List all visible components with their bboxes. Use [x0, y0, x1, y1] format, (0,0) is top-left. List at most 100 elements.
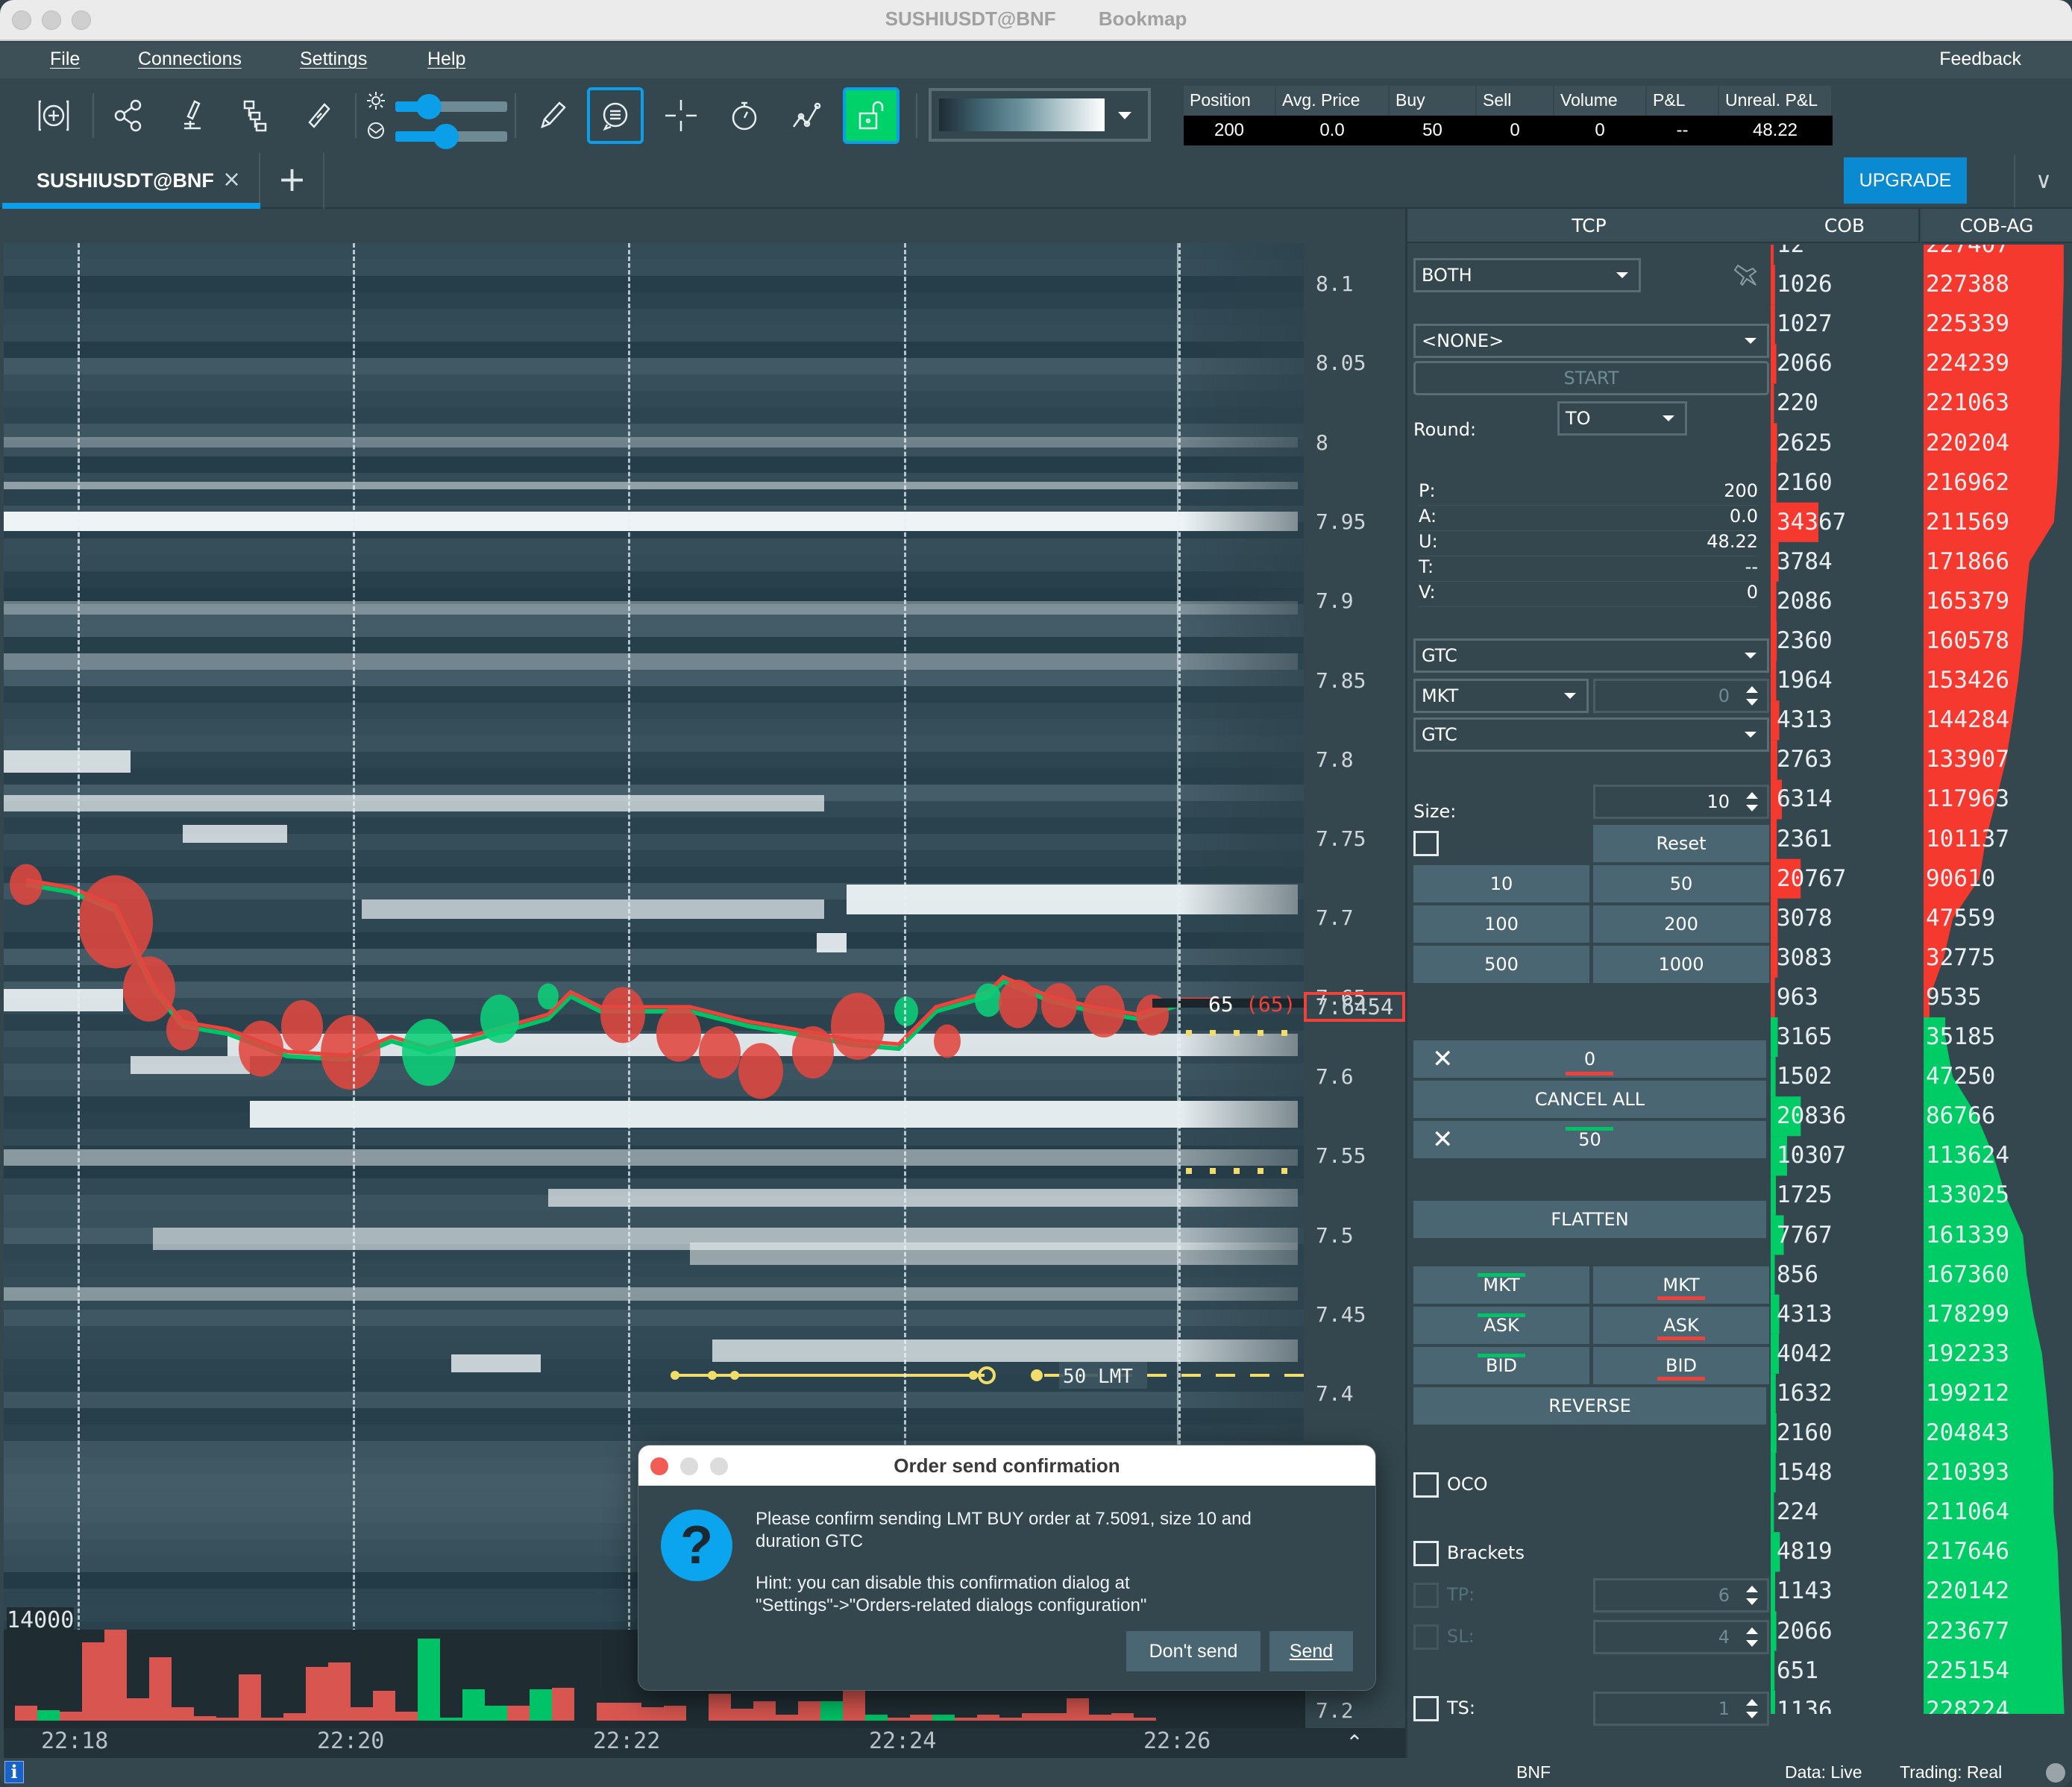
spin-down-icon[interactable]: [1746, 805, 1758, 811]
send-button[interactable]: Send: [1269, 1631, 1353, 1671]
spin-down-icon[interactable]: [1746, 1598, 1758, 1605]
heatmap-chart[interactable]: 65 (65) 50 LMT: [4, 243, 1305, 1653]
expand-volume-button[interactable]: ⌃: [1304, 1728, 1405, 1758]
size-preset-100[interactable]: 100: [1413, 905, 1589, 943]
brightness-slider-knob[interactable]: [416, 94, 442, 119]
buy-indicator-bar: [1478, 1354, 1525, 1357]
info-icon[interactable]: i: [4, 1761, 24, 1783]
tab-sushiusdt[interactable]: SUSHIUSDT@BNF ×: [2, 153, 260, 209]
buy-bid-button[interactable]: BID: [1413, 1347, 1589, 1384]
microscope-button[interactable]: [164, 87, 221, 144]
upgrade-button[interactable]: UPGRADE: [1844, 157, 1967, 204]
side-dropdown[interactable]: BOTH: [1413, 258, 1641, 292]
spin-up-icon[interactable]: [1746, 792, 1758, 799]
price-offset-spinner[interactable]: 0: [1593, 679, 1769, 713]
sell-volume-bar: [552, 1688, 574, 1721]
tif-dropdown-2-value: GTC: [1422, 724, 1457, 745]
brightness-slider[interactable]: [395, 94, 507, 119]
tif-dropdown-2[interactable]: GTC: [1413, 717, 1769, 752]
sell-volume-bar: [127, 1698, 149, 1721]
brackets-checkbox[interactable]: [1413, 1541, 1439, 1566]
sell-volume-bar: [955, 1718, 977, 1721]
add-chart-button[interactable]: [25, 87, 82, 144]
start-button[interactable]: START: [1413, 361, 1769, 395]
spin-down-icon[interactable]: [1746, 699, 1758, 706]
tp-checkbox[interactable]: [1413, 1583, 1439, 1608]
round-dropdown[interactable]: TO: [1557, 401, 1687, 436]
size-preset-1000[interactable]: 1000: [1593, 946, 1769, 983]
size-preset-10[interactable]: 10: [1413, 865, 1589, 902]
menu-file[interactable]: File: [50, 48, 80, 70]
ts-checkbox[interactable]: [1413, 1696, 1439, 1721]
size-spinner[interactable]: 10: [1593, 785, 1769, 819]
size-preset-200[interactable]: 200: [1593, 905, 1769, 943]
share-button[interactable]: [100, 87, 157, 144]
flatten-button[interactable]: FLATTEN: [1413, 1201, 1766, 1238]
menu-connections[interactable]: Connections: [138, 48, 242, 70]
sell-trade-bubble: [738, 1043, 783, 1099]
reverse-button[interactable]: REVERSE: [1413, 1387, 1766, 1425]
crosshair-button[interactable]: [653, 87, 709, 144]
strategy-dropdown[interactable]: <NONE>: [1413, 324, 1769, 358]
spin-up-icon[interactable]: [1746, 686, 1758, 693]
order-type-dropdown[interactable]: MKT: [1413, 679, 1589, 713]
size-preset-50[interactable]: 50: [1593, 865, 1769, 902]
collapse-chevron-button[interactable]: ∨: [2014, 155, 2072, 207]
sell-ask-button[interactable]: ASK: [1593, 1307, 1769, 1344]
sell-bid-button[interactable]: BID: [1593, 1347, 1769, 1384]
cob-ag-value: 216962: [1926, 468, 2009, 496]
cancel-buy-orders-button[interactable]: ✕ 50: [1413, 1121, 1766, 1158]
menu-settings[interactable]: Settings: [300, 48, 367, 70]
spin-up-icon[interactable]: [1746, 1699, 1758, 1706]
sell-mkt-button[interactable]: MKT: [1593, 1266, 1769, 1304]
size-checkbox[interactable]: [1413, 831, 1439, 856]
cob-bid-row: 2066 223677: [1771, 1612, 2072, 1651]
buy-mkt-button[interactable]: MKT: [1413, 1266, 1589, 1304]
stopwatch-button[interactable]: [716, 87, 773, 144]
cob-ag-value: 133907: [1926, 746, 2009, 773]
dont-send-button[interactable]: Don't send: [1126, 1631, 1261, 1671]
hierarchy-button[interactable]: [227, 87, 284, 144]
size-preset-500[interactable]: 500: [1413, 946, 1589, 983]
buy-orders-count: 50: [1578, 1129, 1601, 1150]
feedback-link[interactable]: Feedback: [1939, 48, 2021, 70]
contrast-slider[interactable]: [395, 124, 507, 149]
heatmap-color-scheme-dropdown[interactable]: [929, 88, 1151, 142]
cob-bid-row: 1632 199212: [1771, 1374, 2072, 1413]
line-chart-button[interactable]: [779, 87, 836, 144]
link-icon: [308, 103, 330, 128]
chat-button[interactable]: [587, 87, 644, 144]
contrast-slider-knob[interactable]: [433, 124, 459, 149]
add-tab-button[interactable]: +: [261, 153, 324, 209]
order-drag-handle[interactable]: [1031, 1369, 1043, 1381]
sl-spinner[interactable]: 4: [1593, 1620, 1769, 1654]
sl-checkbox[interactable]: [1413, 1624, 1439, 1650]
heatmap-level: [4, 670, 1305, 686]
close-tab-icon[interactable]: ×: [222, 166, 241, 192]
sell-volume-bar: [731, 1709, 753, 1721]
sell-volume-bar: [261, 1718, 283, 1721]
spin-up-icon[interactable]: [1746, 1627, 1758, 1634]
dialog-close-button[interactable]: [650, 1457, 668, 1475]
spin-down-icon[interactable]: [1746, 1712, 1758, 1718]
ts-spinner[interactable]: 1: [1593, 1692, 1769, 1726]
tcp-stat-value: 200: [1724, 480, 1758, 501]
link-button[interactable]: [291, 87, 348, 144]
menu-help[interactable]: Help: [427, 48, 465, 70]
reset-size-button[interactable]: Reset: [1593, 825, 1769, 862]
cancel-all-button[interactable]: CANCEL ALL: [1413, 1081, 1766, 1118]
heatmap-level: [4, 260, 1305, 276]
pencil-button[interactable]: [524, 87, 580, 144]
buy-ask-button[interactable]: ASK: [1413, 1307, 1589, 1344]
cancel-sell-orders-button[interactable]: ✕ 0: [1413, 1040, 1766, 1078]
pin-icon[interactable]: [1733, 263, 1760, 288]
oco-checkbox[interactable]: [1413, 1472, 1439, 1498]
spin-up-icon[interactable]: [1746, 1586, 1758, 1592]
tp-spinner[interactable]: 6: [1593, 1578, 1769, 1612]
cob-value: 2360: [1777, 627, 1833, 654]
unlock-button[interactable]: [843, 87, 900, 144]
sell-volume-bar: [1044, 1713, 1067, 1721]
tif-dropdown[interactable]: GTC: [1413, 638, 1769, 673]
cob-ask-row: 963 9535: [1771, 978, 2072, 1017]
spin-down-icon[interactable]: [1746, 1640, 1758, 1647]
